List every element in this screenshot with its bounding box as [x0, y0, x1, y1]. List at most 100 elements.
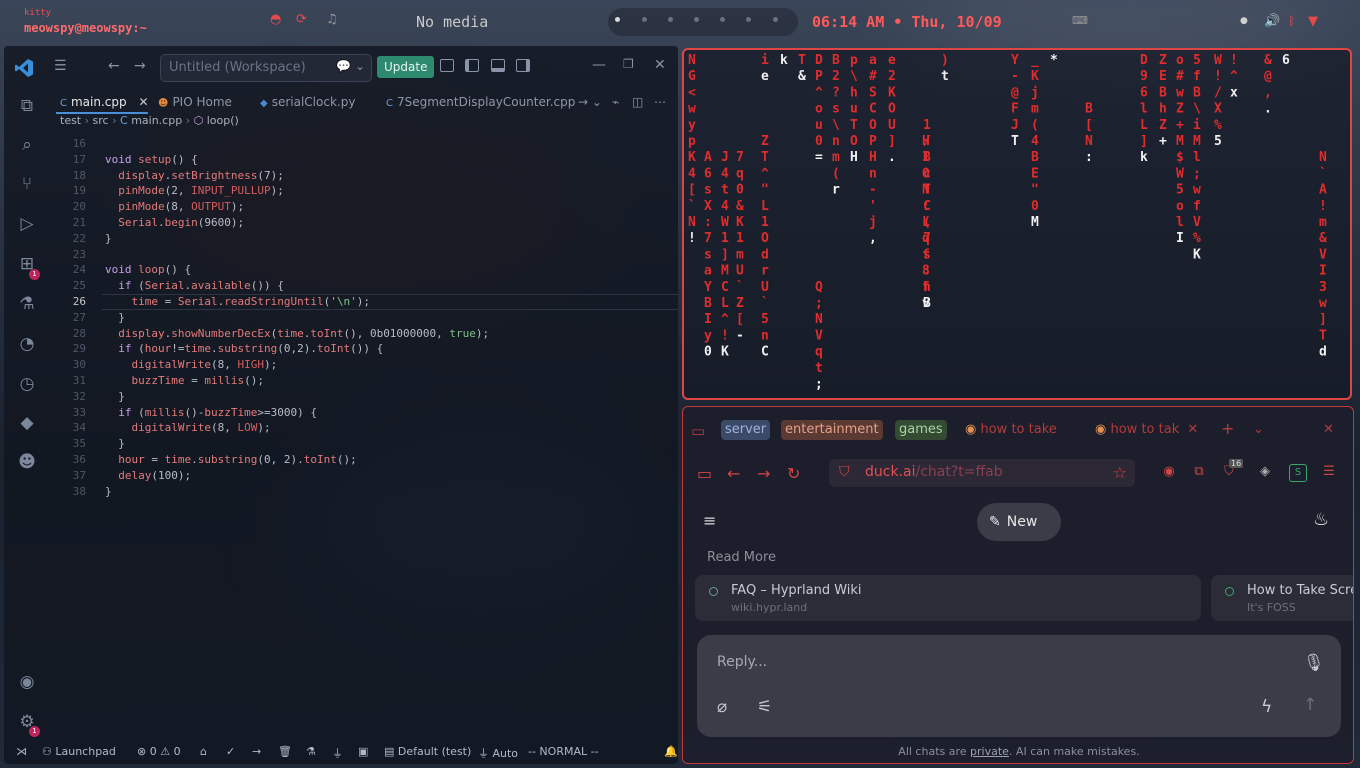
pio-test-icon[interactable]: ⚗ [306, 745, 316, 758]
close-window-icon[interactable]: ✕ [1323, 422, 1334, 437]
sidebar-toggle-icon[interactable]: ▭ [697, 464, 712, 483]
kitty-terminal[interactable]: N G < w y p K 4[` N! A 6 s X:7 s a Y B Iy 0 J 4 t 4 W 1] M C L ^! K 7 q… [682, 48, 1352, 400]
pio-build-icon[interactable]: ✓ [226, 745, 235, 758]
microphone-icon[interactable]: 🎙 [1303, 653, 1325, 673]
tab-overflow-icon[interactable]: → ⌄ [578, 92, 602, 112]
account-icon[interactable]: ◉ [17, 672, 37, 692]
minimize-icon[interactable]: — [592, 57, 606, 73]
python-icon[interactable]: ◆ [17, 413, 37, 433]
split-editor-icon[interactable]: ◫ [632, 92, 643, 112]
workspace-dot[interactable] [746, 17, 751, 22]
chat-icon[interactable]: 💬 ⌄ [336, 59, 365, 73]
code-line[interactable]: 38} [48, 484, 678, 500]
close-tab-icon[interactable]: ✕ [138, 95, 148, 109]
pio-terminal-icon[interactable]: ▣ [358, 745, 368, 758]
code-line[interactable]: 24 void loop() { [48, 262, 678, 278]
code-line[interactable]: 23 [48, 247, 678, 263]
breadcrumb-item[interactable]: src [93, 114, 109, 127]
back-arrow-icon[interactable]: ← [727, 464, 740, 483]
code-line[interactable]: 27 } [48, 310, 678, 326]
code-line[interactable]: 18 display.setBrightness(7); [48, 168, 678, 184]
more-actions-icon[interactable]: ⋯ [654, 92, 666, 112]
tab-pio-home[interactable]: ☻ PIO Home [158, 92, 232, 112]
chat-menu-icon[interactable]: ≡ [703, 511, 716, 530]
attach-paperclip-icon[interactable]: ⌀ [717, 697, 727, 717]
tab-serial-clock-py[interactable]: ◆ serialClock.py [260, 92, 355, 112]
maximize-icon[interactable]: ❐ [623, 57, 634, 71]
new-chat-button[interactable]: ✎ New [977, 503, 1061, 541]
privacy-link[interactable]: private [970, 745, 1009, 758]
testing-icon[interactable]: ⚗ [17, 294, 37, 314]
code-line[interactable]: 28 display.showNumberDecEx(time.toInt(),… [48, 326, 678, 342]
code-line[interactable]: 33 if (millis()-buzzTime>=3000) { [48, 405, 678, 421]
clock[interactable]: 06:14 AM • Thu, 10/09 [812, 13, 1002, 31]
tab-group-entertainment[interactable]: entertainment [781, 420, 883, 440]
workspace-dot[interactable] [773, 17, 778, 22]
notifications-bell-icon[interactable]: 🔔 [664, 745, 678, 758]
explorer-icon[interactable]: ⧉ [17, 96, 37, 116]
stylus-extension-icon[interactable]: S [1289, 464, 1307, 482]
wifi-icon[interactable]: ▼ [1308, 14, 1318, 29]
extension-icon[interactable]: ◈ [1257, 464, 1273, 480]
breadcrumb-item[interactable]: test [60, 114, 81, 127]
code-line[interactable]: 36 hour = time.substring(0, 2).toInt(); [48, 452, 678, 468]
code-line[interactable]: 20 pinMode(8, OUTPUT); [48, 199, 678, 215]
launchpad-item[interactable]: ⚇ Launchpad [42, 745, 116, 758]
code-line[interactable]: 22} [48, 231, 678, 247]
breadcrumb-item[interactable]: main.cpp [131, 114, 182, 127]
breadcrumb-item[interactable]: loop() [207, 114, 239, 127]
code-line[interactable]: 25 if (Serial.available()) { [48, 278, 678, 294]
tab-group-server[interactable]: server [721, 420, 771, 440]
bookmark-star-icon[interactable]: ☆ [1113, 463, 1127, 482]
remote-explorer-icon[interactable]: ◔ [17, 334, 37, 354]
send-arrow-icon[interactable]: ↑ [1303, 695, 1317, 715]
account-icon[interactable]: ◉ [1161, 464, 1177, 480]
forward-arrow-icon[interactable]: → [757, 464, 770, 483]
tab-group-games[interactable]: games [895, 420, 947, 440]
pio-home-icon[interactable]: ⌂ [200, 745, 207, 758]
fire-button-icon[interactable]: ♨ [1313, 509, 1329, 530]
media-refresh-icon[interactable]: ⟳ [296, 12, 307, 27]
workspace-switcher[interactable] [608, 8, 798, 36]
code-line[interactable]: 37 delay(100); [48, 468, 678, 484]
code-line[interactable]: 31 buzzTime = millis(); [48, 373, 678, 389]
close-tab-icon[interactable]: ✕ [1187, 422, 1198, 437]
back-arrow-icon[interactable]: ← [108, 58, 120, 74]
tab-main-cpp[interactable]: Cmain.cpp ✕ [60, 92, 149, 112]
problems-item[interactable]: ⊗ 0 ⚠ 0 [137, 745, 181, 758]
code-line[interactable]: 35 } [48, 436, 678, 452]
code-line[interactable]: 26 time = Serial.readStringUntil('\n'); [48, 294, 678, 310]
reply-input[interactable]: Reply... [717, 654, 767, 670]
workspace-dot[interactable] [694, 17, 699, 22]
update-button[interactable]: Update [377, 56, 435, 78]
platformio-alien-icon[interactable]: ☻ [17, 452, 37, 472]
lightning-icon[interactable]: ϟ [1261, 697, 1272, 717]
list-tabs-icon[interactable]: ⌄ [1253, 422, 1264, 437]
auto-port-item[interactable]: ⏚ Auto [478, 745, 518, 761]
app-menu-icon[interactable]: ☰ [1321, 464, 1337, 480]
browser-tab[interactable]: ◉ how to tak ✕ [1095, 422, 1198, 437]
pio-upload-icon[interactable]: ⌁ [612, 92, 619, 112]
source-card[interactable]: How to Take Scre It's FOSS [1211, 575, 1353, 621]
code-line[interactable]: 19 pinMode(2, INPUT_PULLUP); [48, 183, 678, 199]
url-bar[interactable]: ⛉ duck.ai/chat?t=ffab ☆ [829, 459, 1135, 487]
tab-manager-icon[interactable]: ▭ [691, 422, 705, 440]
tray-dot-icon[interactable]: ● [1240, 16, 1248, 26]
source-control-icon[interactable]: ⑂ [17, 174, 37, 194]
code-line[interactable]: 16 [48, 136, 678, 152]
source-card[interactable]: FAQ – Hyprland Wiki wiki.hypr.land [695, 575, 1201, 621]
model-settings-icon[interactable]: ⚟ [757, 697, 772, 717]
volume-icon[interactable]: 🔊 [1264, 14, 1280, 29]
command-center[interactable]: Untitled (Workspace) 💬 ⌄ [160, 54, 372, 82]
remote-indicator-icon[interactable]: ⋊ [16, 745, 27, 758]
keyboard-layout-icon[interactable]: ⌨ [1072, 14, 1088, 27]
tab-7segment-cpp[interactable]: C 7SegmentDisplayCounter.cpp [386, 92, 575, 112]
code-line[interactable]: 17 void setup() { [48, 152, 678, 168]
timeline-icon[interactable]: ◷ [17, 374, 37, 394]
code-line[interactable]: 34 digitalWrite(8, LOW); [48, 420, 678, 436]
reply-box[interactable]: Reply... 🎙 ⌀ ⚟ ϟ ↑ [697, 635, 1341, 737]
workspace-dot[interactable] [668, 17, 673, 22]
shield-icon[interactable]: ⛉ [839, 464, 850, 480]
forward-arrow-icon[interactable]: → [134, 58, 146, 74]
new-tab-icon[interactable]: + [1221, 419, 1234, 438]
